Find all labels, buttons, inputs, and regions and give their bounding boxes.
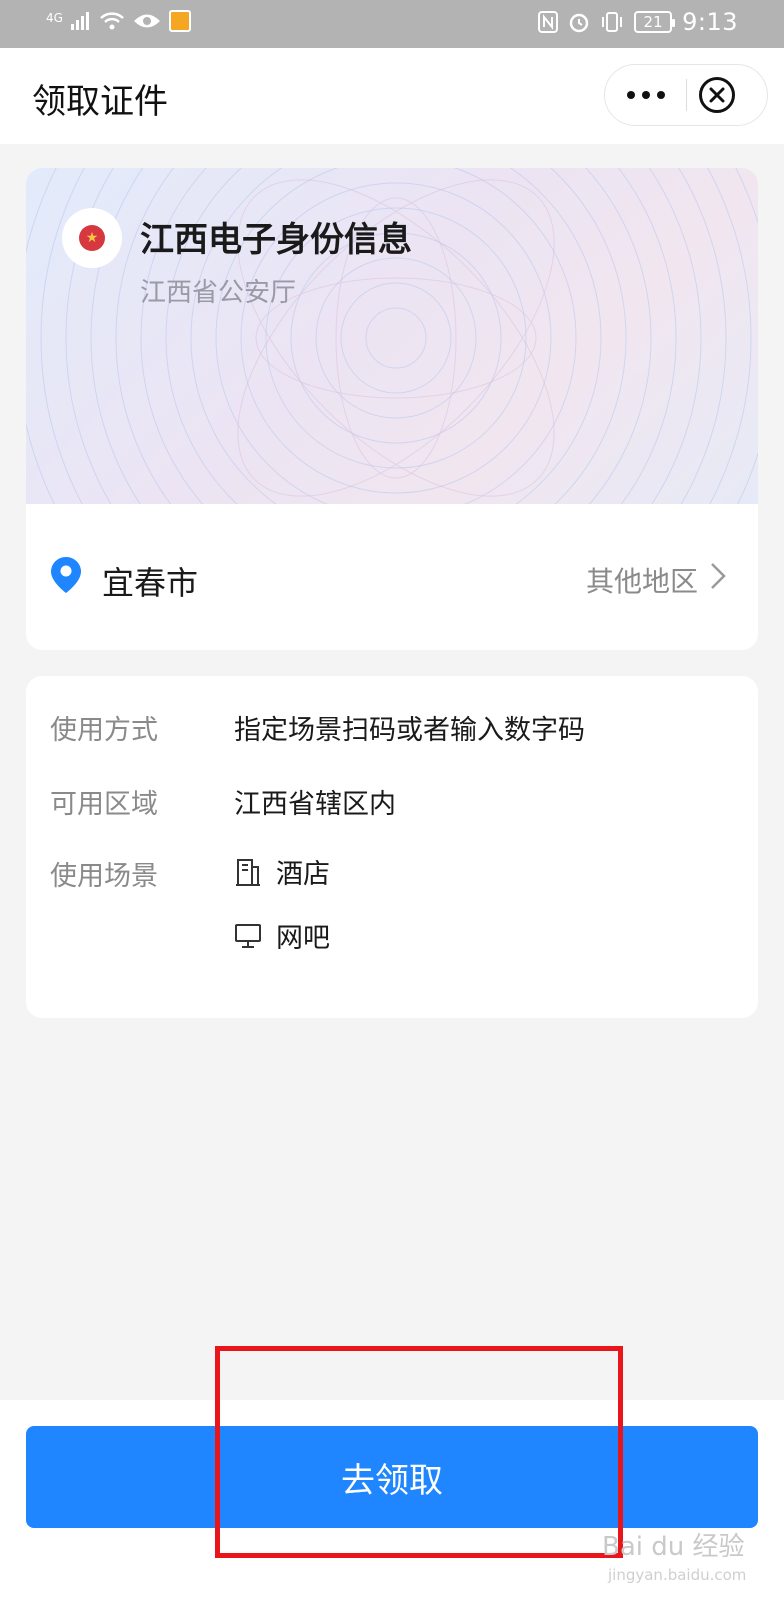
page-title: 领取证件 [32,82,168,122]
scene-label: 网吧 [276,923,330,954]
available-area-value: 江西省辖区内 [234,789,396,820]
close-icon [709,87,725,103]
usage-method-label: 使用方式 [50,715,158,746]
more-dot-icon [627,91,635,99]
watermark-url: jingyan.baidu.com [608,1566,747,1584]
status-right-icons: 21 9:13 [538,8,738,36]
usage-scene-label: 使用场景 [50,861,158,892]
app-notification-icon [168,10,191,32]
selected-city: 宜春市 [102,564,199,602]
card-banner: ★ 江西电子身份信息 江西省公安厅 [26,168,758,504]
alarm-icon [569,13,589,33]
national-emblem-logo: ★ [62,208,122,268]
nav-bar: 领取证件 [0,48,784,144]
more-dot-icon [657,91,665,99]
scene-item-internet-cafe: 网吧 [234,916,330,955]
highlight-annotation-box [215,1346,623,1558]
status-bar: 4G 21 9:13 [0,0,784,48]
vibrate-icon [602,12,623,32]
eye-icon [133,14,160,28]
usage-info-card: 使用方式 指定场景扫码或者输入数字码 可用区域 江西省辖区内 使用场景 酒店 网… [26,676,758,1018]
watermark-logo: Bai du 经验 [602,1532,745,1562]
other-region-link[interactable]: 其他地区 [586,560,698,600]
network-label: 4G [46,11,63,25]
status-time: 9:13 [682,8,738,36]
hotel-icon [236,858,260,886]
location-pin-icon [51,557,81,593]
chevron-right-icon [711,563,726,589]
available-area-label: 可用区域 [50,789,158,820]
nfc-icon [538,11,559,33]
capsule-divider [686,79,687,111]
signal-icon [70,12,89,30]
card-issuer: 江西省公安厅 [140,278,297,308]
usage-method-value: 指定场景扫码或者输入数字码 [234,715,585,746]
computer-icon [235,923,261,948]
status-left-icons: 4G [46,10,191,32]
card-title: 江西电子身份信息 [140,220,412,260]
credential-card: ★ 江西电子身份信息 江西省公安厅 宜春市 其他地区 [26,168,758,650]
scene-item-hotel: 酒店 [234,852,330,891]
emblem-icon: ★ [79,225,105,251]
location-row[interactable]: 宜春市 其他地区 [26,504,758,650]
battery-icon: 21 [634,11,676,33]
wifi-icon [100,12,124,30]
more-dot-icon [642,91,650,99]
more-button[interactable] [605,65,687,125]
close-button[interactable] [699,77,735,113]
scene-label: 酒店 [276,859,330,890]
mini-program-capsule [604,64,768,126]
battery-level: 21 [643,13,663,31]
